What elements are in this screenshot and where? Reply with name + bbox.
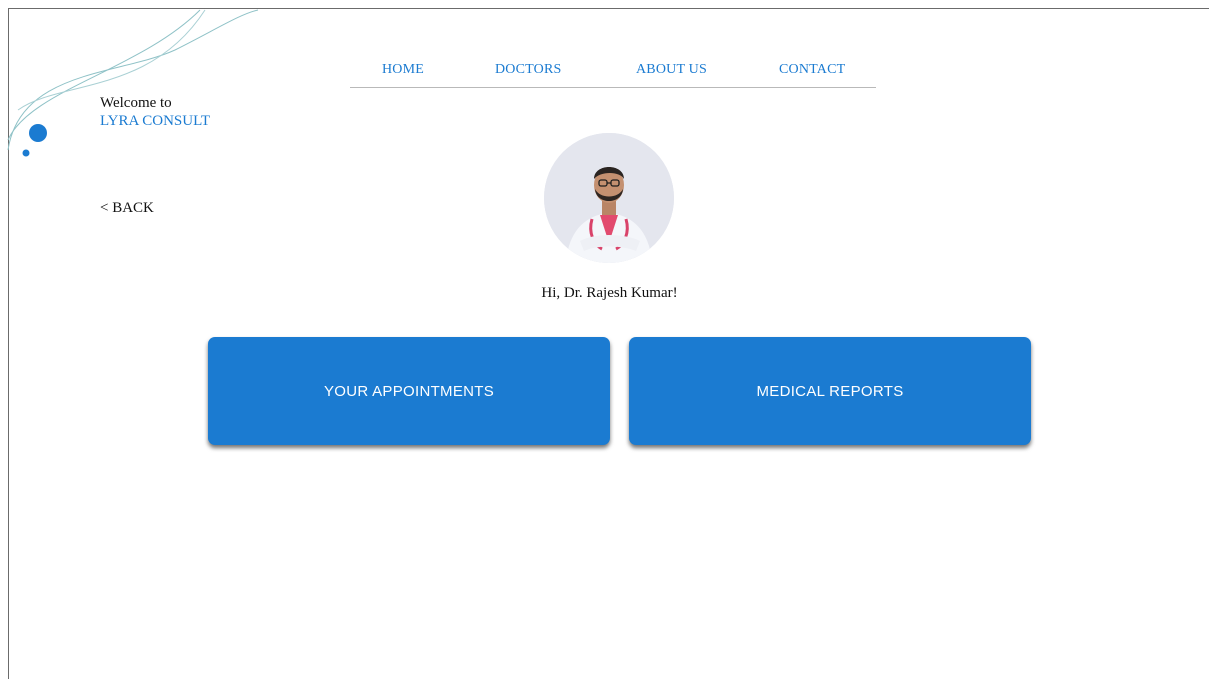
nav-item-contact[interactable]: CONTACT (779, 62, 845, 78)
nav-item-home[interactable]: HOME (382, 62, 424, 78)
main-nav: HOME DOCTORS ABOUT US CONTACT (350, 56, 876, 88)
greeting-text: Hi, Dr. Rajesh Kumar! (541, 285, 678, 301)
decor-dot-small (22, 149, 30, 157)
nav-item-about-us[interactable]: ABOUT US (636, 62, 707, 78)
decor-dot-large (29, 124, 47, 142)
decorative-swoosh (7, 9, 259, 157)
your-appointments-button[interactable]: YOUR APPOINTMENTS (208, 337, 610, 445)
medical-reports-button[interactable]: MEDICAL REPORTS (629, 337, 1031, 445)
medical-reports-label: MEDICAL REPORTS (756, 382, 904, 400)
doctor-avatar (544, 133, 674, 263)
your-appointments-label: YOUR APPOINTMENTS (323, 382, 495, 400)
welcome-text: Welcome to (100, 95, 172, 111)
brand-block: Welcome to LYRA CONSULT (100, 94, 210, 130)
brand-name: LYRA CONSULT (100, 113, 211, 129)
back-link[interactable]: < BACK (100, 200, 154, 217)
nav-item-doctors[interactable]: DOCTORS (495, 62, 562, 78)
